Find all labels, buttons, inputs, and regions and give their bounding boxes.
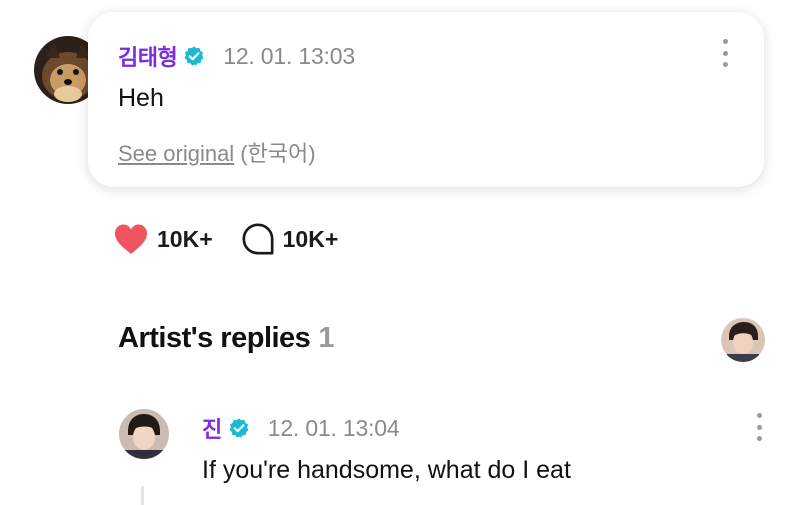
comment-count: 10K+ (282, 225, 339, 252)
artist-replies-count: 1 (318, 322, 334, 354)
comment-author[interactable]: 김태형 (118, 40, 178, 72)
comment-more-options-icon[interactable] (715, 39, 735, 67)
comment-text: Heh (118, 84, 164, 112)
person-avatar-icon (721, 318, 765, 362)
comment-header: 김태형 12. 01. 13:03 (118, 40, 355, 72)
reaction-bar: 10K+ 10K+ (113, 222, 338, 256)
thread-line (141, 486, 144, 505)
comment-bubble-icon (242, 223, 274, 255)
reply-header: 진 12. 01. 13:04 (202, 412, 400, 444)
heart-icon (115, 224, 147, 254)
reply-more-options-icon[interactable] (749, 413, 769, 441)
artist-replies-heading: Artist's replies 1 (118, 322, 334, 355)
see-original-link[interactable]: See original (118, 141, 234, 166)
comment-card: 김태형 12. 01. 13:03 Heh See original (한국어) (88, 12, 764, 187)
reply-author-avatar[interactable] (119, 409, 169, 459)
see-original-row: See original (한국어) (118, 136, 316, 168)
person-avatar-icon (119, 409, 169, 459)
artist-replies-title: Artist's replies (118, 322, 311, 354)
original-language-label: (한국어) (240, 141, 316, 166)
reply-text: If you're handsome, what do I eat (202, 456, 571, 484)
verified-badge-icon (183, 45, 205, 67)
artist-avatar-small[interactable] (721, 318, 765, 362)
post-comment-screen: 김태형 12. 01. 13:03 Heh See original (한국어) … (0, 0, 800, 505)
comment-button[interactable]: 10K+ (241, 222, 339, 256)
like-count: 10K+ (157, 225, 213, 252)
reply-timestamp: 12. 01. 13:04 (267, 414, 400, 441)
comment-timestamp: 12. 01. 13:03 (223, 42, 355, 69)
like-button[interactable]: 10K+ (113, 223, 213, 255)
verified-badge-icon (228, 417, 250, 439)
reply-author[interactable]: 진 (202, 412, 222, 444)
